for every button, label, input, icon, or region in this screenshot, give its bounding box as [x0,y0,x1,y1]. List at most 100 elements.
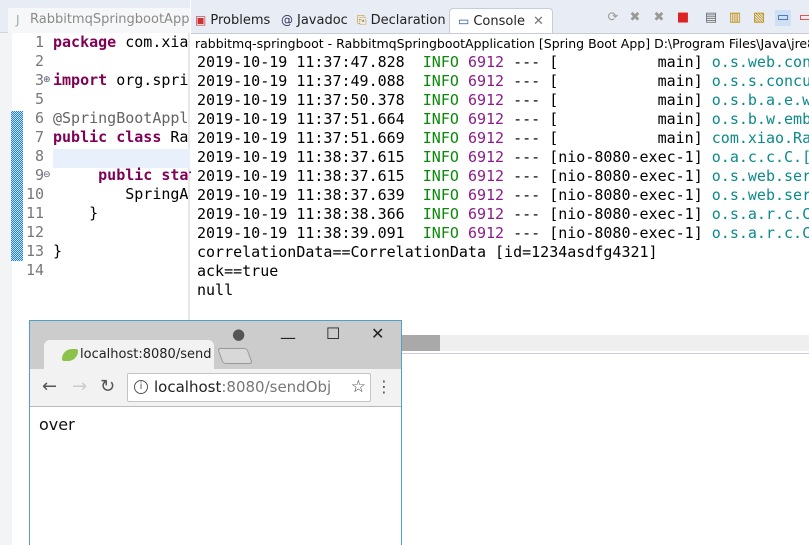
log-line: 2019-10-19 11:38:39.091 INFO 6912 --- [n… [197,224,809,243]
tab-label: Declaration [370,13,446,28]
log-pid: 6912 [467,186,505,204]
pin-console-icon[interactable]: ▭ [775,10,791,26]
line-number: 3 [34,71,44,89]
menu-icon[interactable]: ⋮ [376,377,392,397]
editor-tabbar: J RabbitmqSpringbootApplic [0,0,190,33]
log-thread: [ main] [549,110,703,128]
log-level: INFO [422,72,459,90]
log-ts: 2019-10-19 11:38:37.615 [197,148,405,166]
log-sep: --- [513,148,541,166]
line-number: 7 [34,128,44,146]
log-logger: o.s.s.concu [711,72,809,90]
code-line: package com.xia [53,33,188,52]
remove-all-terminated-icon[interactable]: ✖ [651,10,667,26]
log-line: 2019-10-19 11:37:51.664 INFO 6912 --- [ … [197,110,809,129]
close-window-button[interactable]: ✕ [371,323,384,345]
url-path: :8080/sendObj [221,378,332,396]
code-token: import [53,71,108,89]
log-ts: 2019-10-19 11:38:39.091 [197,224,405,242]
new-tab-button[interactable] [217,348,253,364]
forward-icon: → [72,376,88,397]
stop-icon[interactable]: ■ [675,10,691,26]
log-level: INFO [422,110,459,128]
log-sep: --- [513,91,541,109]
code-line: SpringA [53,185,188,204]
log-sep: --- [513,224,541,242]
code-line: public stat [53,166,197,185]
code-line: import org.spri [53,71,188,90]
code-token: public class [53,128,162,146]
terminate-icon[interactable]: ✖ [627,10,643,26]
console-output[interactable]: 2019-10-19 11:37:47.828 INFO 6912 --- [ … [191,52,809,335]
log-line: 2019-10-19 11:38:37.615 INFO 6912 --- [n… [197,148,809,167]
collapse-fold-icon[interactable]: ⊖ [43,166,51,185]
code-token: Ra [170,128,189,146]
log-level: INFO [422,148,459,166]
declaration-icon: ⎘ [357,13,367,27]
log-sep: --- [513,205,541,223]
log-thread: [nio-8080-exec-1] [549,224,703,242]
bookmark-star-icon[interactable]: ☆ [351,374,366,401]
log-logger: o.s.b.a.e.w [711,91,809,109]
browser-tab[interactable]: localhost:8080/send✕ [44,340,232,370]
log-line: 2019-10-19 11:37:49.088 INFO 6912 --- [ … [197,72,809,91]
log-line: 2019-10-19 11:37:47.828 INFO 6912 --- [ … [197,53,809,72]
log-level: INFO [422,205,459,223]
code-line: } [53,204,98,223]
log-line: 2019-10-19 11:37:51.669 INFO 6912 --- [ … [197,129,809,148]
log-thread: [nio-8080-exec-1] [549,148,703,166]
log-level: INFO [422,129,459,147]
editor-tab[interactable]: J RabbitmqSpringbootApplic [8,8,190,33]
minimize-button[interactable]: — [280,327,296,349]
problems-icon: ▣ [195,13,207,27]
tab-console[interactable]: ▭ Console ✕ [449,8,553,33]
tab-declaration[interactable]: ⎘ Declaration [357,8,446,33]
clear-console-icon[interactable]: ▤ [703,10,719,26]
line-number: 11 [25,204,44,222]
log-line: 2019-10-19 11:38:37.639 INFO 6912 --- [n… [197,186,809,205]
log-pid: 6912 [467,129,505,147]
log-pid: 6912 [467,224,505,242]
line-number: 2 [34,52,44,70]
log-sep: --- [513,167,541,185]
overview-gutter [0,33,12,545]
code-line: } [53,242,62,261]
display-console-icon[interactable]: ▭ [797,10,809,26]
code-token: } [53,204,99,222]
log-thread: [nio-8080-exec-1] [549,186,703,204]
address-bar[interactable]: i localhost:8080/sendObj ☆ [127,373,371,402]
log-pid: 6912 [467,91,505,109]
log-logger: o.s.a.r.c.C [711,224,809,242]
scroll-lock-icon[interactable]: ▥ [727,10,743,26]
code-token: org.spri [116,71,189,89]
word-wrap-icon[interactable]: ▧ [751,10,767,26]
log-level: INFO [422,186,459,204]
line-number: 9 [34,166,44,184]
change-marker [11,111,23,261]
tab-problems[interactable]: ▣ Problems [195,8,270,33]
info-icon[interactable]: i [134,380,148,394]
log-ts: 2019-10-19 11:37:47.828 [197,53,405,71]
log-ts: 2019-10-19 11:38:37.615 [197,167,405,185]
output-line: ack==true [197,262,279,280]
line-number: 1 [34,33,44,51]
log-line: 2019-10-19 11:37:50.378 INFO 6912 --- [ … [197,91,809,110]
log-ts: 2019-10-19 11:38:37.639 [197,186,405,204]
close-icon[interactable]: ✕ [533,14,544,29]
log-pid: 6912 [467,167,505,185]
log-sep: --- [513,129,541,147]
expand-fold-icon[interactable]: ⊕ [43,71,51,90]
log-level: INFO [422,91,459,109]
log-line: 2019-10-19 11:38:38.366 INFO 6912 --- [n… [197,205,809,224]
log-level: INFO [422,53,459,71]
profile-icon[interactable]: ● [232,323,245,345]
console-title: rabbitmq-springboot - RabbitmqSpringboot… [191,33,809,52]
back-icon[interactable]: ← [42,377,57,397]
log-logger: o.s.web.ser [711,167,809,185]
reload-icon[interactable]: ↻ [100,377,115,397]
log-thread: [ main] [549,91,703,109]
disconnect-icon[interactable]: ⟳ [605,10,621,26]
maximize-button[interactable]: ☐ [326,323,340,345]
tab-javadoc[interactable]: @ Javadoc [281,8,348,33]
log-sep: --- [513,186,541,204]
